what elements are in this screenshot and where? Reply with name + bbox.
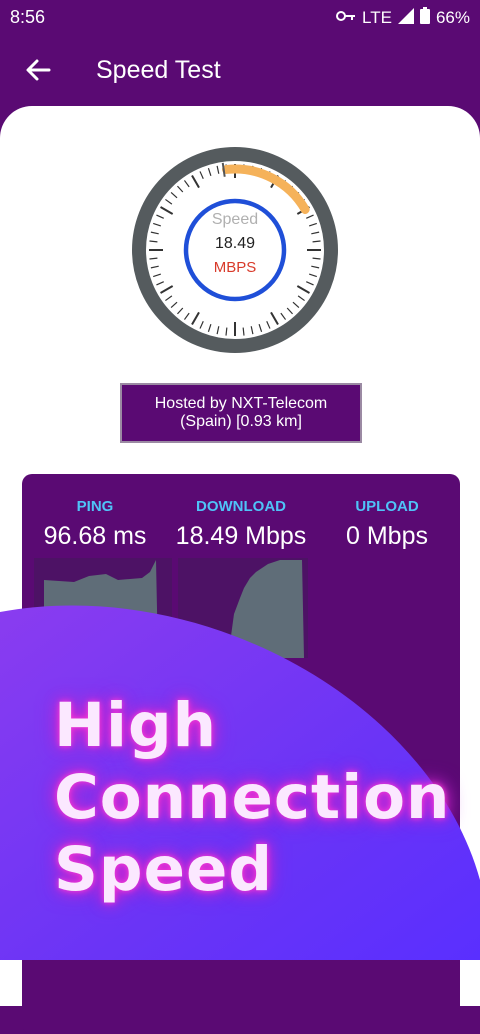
gauge-speed-value: 18.49: [214, 235, 256, 252]
status-bar: 8:56 LTE 66%: [0, 0, 480, 34]
network-type: LTE: [362, 8, 392, 27]
ping-value: 96.68 ms: [43, 522, 147, 550]
server-host: Hosted by NXT-Telecom: [154, 395, 328, 412]
status-time: 8:56: [10, 7, 46, 27]
signal-icon: [397, 7, 414, 29]
gauge-speed-label: Speed: [211, 211, 259, 228]
server-info[interactable]: Hosted by NXT-Telecom (Spain) [0.93 km]: [120, 383, 362, 443]
gauge-tick: [312, 240, 321, 243]
promo-line-2: Connection: [54, 762, 451, 833]
upload-label: UPLOAD: [355, 498, 419, 515]
gauge-tick: [225, 327, 228, 336]
battery-icon: [419, 7, 430, 29]
vpn-key-icon: [336, 8, 356, 28]
gauge-tick: [149, 257, 158, 260]
download-value: 18.49 Mbps: [175, 522, 307, 550]
gauge-tick: [149, 240, 158, 243]
promo-line-1: High: [54, 690, 218, 761]
battery-level: 66%: [435, 8, 470, 27]
server-location: (Spain) [0.93 km]: [180, 413, 302, 430]
back-button[interactable]: [20, 52, 56, 88]
download-label: DOWNLOAD: [196, 498, 286, 515]
page-title: Speed Test: [96, 56, 221, 84]
gauge-tick: [242, 327, 245, 336]
gauge-speed-unit: MBPS: [213, 259, 257, 276]
promo-headline: High Connection Speed: [54, 690, 450, 906]
download-graph: [178, 558, 308, 658]
app-bar: Speed Test: [0, 34, 480, 106]
arrow-back-icon: [26, 59, 51, 81]
ping-graph: [34, 558, 172, 658]
status-icons: LTE 66%: [336, 7, 470, 29]
promo-line-3: Speed: [54, 834, 274, 905]
gauge-tick: [312, 257, 321, 260]
ping-label: PING: [76, 498, 114, 515]
upload-value: 0 Mbps: [346, 522, 428, 550]
